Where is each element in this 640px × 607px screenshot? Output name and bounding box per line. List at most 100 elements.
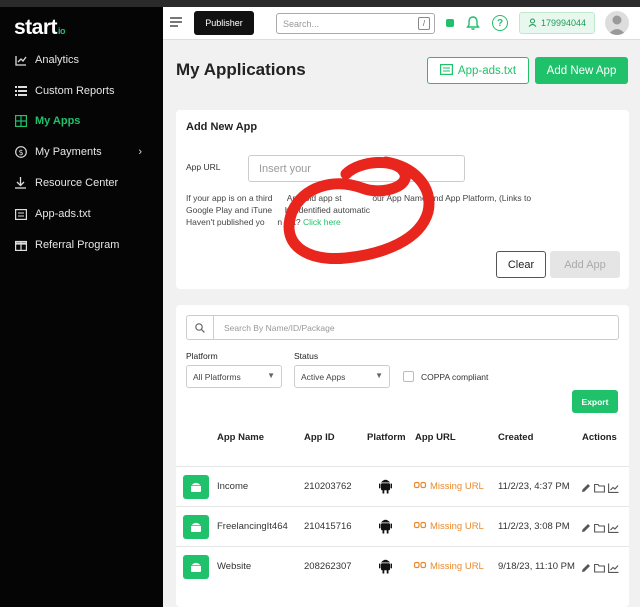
android-icon	[379, 478, 392, 499]
app-name[interactable]: FreelancingIt464	[217, 521, 288, 532]
page-title: My Applications	[176, 60, 306, 79]
app-search-input[interactable]: Search By Name/ID/Package	[186, 315, 619, 340]
table-row[interactable]: FreelancingIt464 210415716 Missing URL 1…	[176, 506, 629, 546]
edit-pencil-icon[interactable]	[581, 560, 591, 578]
column-header-platform[interactable]: Platform	[367, 432, 406, 443]
grid-icon	[14, 115, 27, 128]
folder-icon[interactable]	[594, 520, 605, 538]
android-app-icon	[183, 475, 209, 499]
download-icon	[14, 177, 27, 190]
created-date: 9/18/23, 11:10 PM	[498, 561, 575, 572]
bell-icon[interactable]	[465, 15, 481, 31]
add-new-app-title: Add New App	[186, 121, 258, 133]
column-header-created[interactable]: Created	[498, 432, 533, 443]
sidebar-item-label: App-ads.txt	[35, 208, 91, 220]
sidebar-item-label: Referral Program	[35, 239, 120, 251]
edit-pencil-icon[interactable]	[581, 480, 591, 498]
status-label: Status	[294, 351, 319, 361]
dollar-icon: $	[14, 146, 27, 159]
created-date: 11/2/23, 3:08 PM	[498, 521, 570, 532]
row-actions	[581, 560, 619, 578]
publisher-button[interactable]: Publisher	[194, 11, 254, 35]
app-ads-button-label: App-ads.txt	[457, 64, 517, 77]
folder-icon[interactable]	[594, 560, 605, 578]
edit-pencil-icon[interactable]	[581, 520, 591, 538]
table-row[interactable]: Website 208262307 Missing URL 9/18/23, 1…	[176, 546, 629, 586]
column-header-app-name[interactable]: App Name	[217, 432, 264, 443]
export-button[interactable]: Export	[572, 390, 618, 413]
account-id-badge[interactable]: 179994044	[519, 12, 595, 34]
sidebar-item-label: My Payments	[35, 146, 102, 158]
search-shortcut-key: /	[418, 17, 430, 30]
help-text-fragment: Google Play and iTune	[186, 205, 273, 215]
sidebar-item-label: My Apps	[35, 115, 81, 127]
account-id-text: 179994044	[540, 18, 587, 28]
sidebar-item-label: Custom Reports	[35, 85, 115, 97]
sidebar-item-my-payments[interactable]: $ My Payments ›	[14, 142, 154, 162]
app-search-placeholder: Search By Name/ID/Package	[224, 323, 335, 333]
missing-url-status[interactable]: Missing URL	[413, 520, 484, 533]
logo[interactable]: startio	[14, 16, 66, 40]
platform-select[interactable]: All Platforms ▼	[186, 365, 282, 388]
sidebar-item-custom-reports[interactable]: Custom Reports	[14, 81, 154, 101]
hamburger-menu-icon[interactable]	[170, 17, 182, 27]
missing-url-status[interactable]: Missing URL	[413, 560, 484, 573]
column-header-actions: Actions	[582, 432, 617, 443]
sidebar-item-analytics[interactable]: Analytics	[14, 50, 154, 70]
column-header-app-url[interactable]: App URL	[415, 432, 456, 443]
help-icon[interactable]: ?	[492, 15, 508, 31]
android-icon	[379, 518, 392, 539]
search-placeholder: Search...	[283, 19, 320, 29]
sidebar: startio Analytics Custom Reports My Apps…	[0, 7, 163, 607]
platform-label: Platform	[186, 351, 218, 361]
coppa-label: COPPA compliant	[421, 372, 489, 382]
app-ads-button[interactable]: App-ads.txt	[427, 57, 529, 84]
gift-icon	[14, 239, 27, 252]
broken-link-icon	[413, 520, 427, 533]
app-url-label: App URL	[186, 162, 221, 172]
android-app-icon	[183, 555, 209, 579]
browser-top-strip	[0, 0, 640, 7]
row-actions	[581, 480, 619, 498]
sidebar-item-resource-center[interactable]: Resource Center	[14, 173, 154, 193]
missing-url-status[interactable]: Missing URL	[413, 480, 484, 493]
app-name[interactable]: Website	[217, 561, 251, 572]
sidebar-item-app-ads[interactable]: App-ads.txt	[14, 204, 154, 224]
sidebar-item-my-apps[interactable]: My Apps	[14, 111, 154, 131]
add-app-button[interactable]: Add App	[550, 251, 620, 278]
top-header: Publisher Search... / ? 179994044	[163, 7, 640, 40]
broken-link-icon	[413, 480, 427, 493]
help-text-fragment: Haven't published yo	[186, 217, 265, 227]
avatar[interactable]	[605, 11, 629, 35]
missing-url-label: Missing URL	[430, 561, 484, 572]
document-icon	[439, 63, 453, 78]
status-indicator-icon[interactable]	[446, 19, 454, 27]
clear-button[interactable]: Clear	[496, 251, 546, 278]
app-name[interactable]: Income	[217, 481, 248, 492]
stats-chart-icon[interactable]	[608, 520, 619, 538]
list-icon	[14, 85, 27, 98]
stats-chart-icon[interactable]	[608, 480, 619, 498]
column-header-app-id[interactable]: App ID	[304, 432, 335, 443]
platform-select-value: All Platforms	[193, 372, 241, 382]
chevron-right-icon[interactable]: ›	[138, 146, 142, 158]
app-url-input[interactable]: Insert your	[248, 155, 465, 182]
logo-text: start	[14, 16, 58, 39]
add-new-app-button[interactable]: Add New App	[535, 57, 628, 84]
svg-text:$: $	[18, 148, 23, 157]
add-app-help-text: If your app is on a third Android app st…	[186, 192, 616, 228]
sidebar-item-referral[interactable]: Referral Program	[14, 235, 154, 255]
help-text-fragment: If your app is on a third	[186, 193, 273, 203]
coppa-checkbox[interactable]	[403, 371, 414, 382]
search-icon	[187, 316, 214, 339]
caret-down-icon: ▼	[267, 371, 275, 380]
stats-chart-icon[interactable]	[608, 560, 619, 578]
folder-icon[interactable]	[594, 480, 605, 498]
status-select[interactable]: Active Apps ▼	[294, 365, 390, 388]
click-here-link[interactable]: Click here	[303, 217, 341, 227]
apps-list-card: Search By Name/ID/Package Platform All P…	[176, 305, 629, 607]
header-search-input[interactable]: Search... /	[276, 13, 435, 34]
document-icon	[14, 208, 27, 221]
sidebar-item-label: Resource Center	[35, 177, 119, 189]
table-row[interactable]: Income 210203762 Missing URL 11/2/23, 4:…	[176, 466, 629, 506]
